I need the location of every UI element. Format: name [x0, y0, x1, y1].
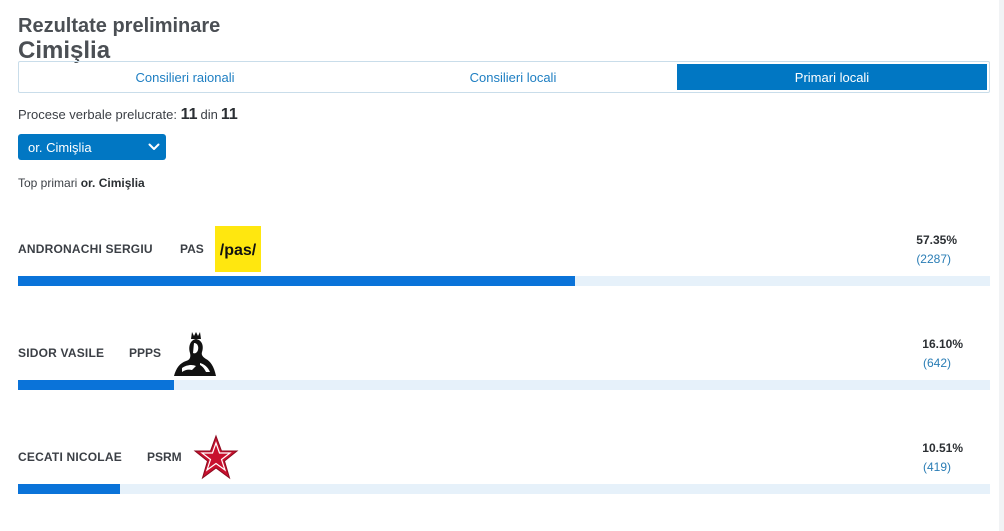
processed-reports: Procese verbale prelucrate: 11 din 11 [18, 106, 238, 124]
locality-select[interactable]: or. Cimişlia [18, 134, 166, 160]
processed-total: 11 [220, 106, 238, 123]
tab-consilieri-raionali[interactable]: Consilieri raionali [21, 64, 349, 90]
candidate-votes: (419) [922, 460, 951, 474]
processed-done: 11 [180, 106, 198, 123]
candidate-party: PPPS [129, 346, 162, 360]
vote-bar-fill [18, 276, 576, 286]
results-page: Rezultate preliminare Cimişlia Consilier… [0, 0, 1004, 531]
psrm-star-logo [192, 434, 240, 487]
candidate-percent: 16.10% [922, 337, 963, 351]
ppps-logo [170, 330, 220, 381]
candidate-votes: (642) [922, 356, 951, 370]
processed-separator: din [200, 107, 218, 122]
top-label-prefix: Top primari [18, 176, 78, 190]
candidate-name: SIDOR VASILE [18, 346, 105, 360]
vote-bar-track [18, 380, 990, 390]
page-title: Rezultate preliminare [18, 15, 221, 37]
processed-label: Procese verbale prelucrate: [18, 107, 177, 122]
vote-bar-track [18, 276, 990, 286]
locality-select-value: or. Cimişlia [28, 139, 92, 155]
vote-bar-fill [18, 380, 175, 390]
candidate-party: PSRM [147, 450, 182, 464]
candidate-party: PAS [180, 242, 204, 256]
candidate-name: CECATI NICOLAE [18, 450, 122, 464]
pas-logo-text: /pas/ [220, 242, 257, 259]
candidate-votes: (2287) [916, 252, 951, 266]
candidate-name: ANDRONACHI SERGIU [18, 242, 153, 256]
vote-bar-track [18, 484, 990, 494]
vote-bar-fill [18, 484, 121, 494]
chevron-down-icon [142, 143, 166, 151]
candidate-percent: 10.51% [922, 441, 963, 455]
election-type-tabs: Consilieri raionali Consilieri locali Pr… [18, 61, 990, 93]
scrollbar-track[interactable] [999, 0, 1004, 531]
top-label-locality: or. Cimişlia [80, 176, 145, 190]
top-mayors-label: Top primari or. Cimişlia [18, 176, 145, 190]
tab-primari-locali[interactable]: Primari locali [677, 64, 987, 90]
tab-consilieri-locali[interactable]: Consilieri locali [349, 64, 677, 90]
candidate-percent: 57.35% [916, 233, 957, 247]
pas-logo: /pas/ [215, 226, 261, 277]
